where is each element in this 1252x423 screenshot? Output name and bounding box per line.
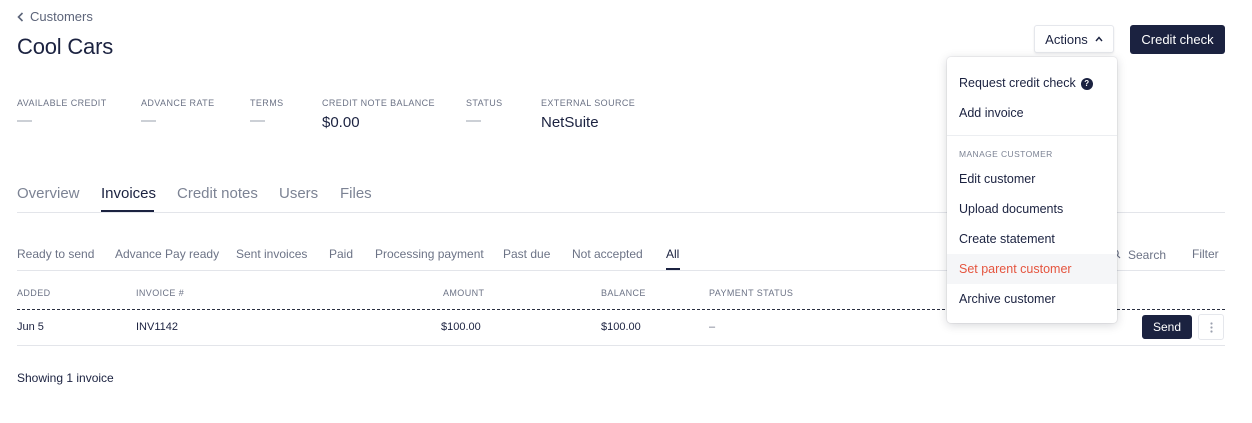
menu-item-edit-customer[interactable]: Edit customer: [959, 172, 1035, 186]
filter-all[interactable]: All: [666, 247, 679, 261]
table-row-divider: [17, 345, 1225, 346]
actions-button[interactable]: Actions: [1034, 25, 1114, 53]
breadcrumb-label: Customers: [30, 9, 93, 24]
filter-sent-invoices[interactable]: Sent invoices: [236, 247, 307, 261]
stat-available-credit-value: —: [17, 112, 32, 129]
menu-section-label: MANAGE CUSTOMER: [959, 149, 1053, 159]
stat-status-label: STATUS: [466, 98, 503, 108]
column-header-payment-status[interactable]: PAYMENT STATUS: [709, 288, 793, 298]
active-filter-indicator: [666, 268, 680, 270]
stat-external-source-label: EXTERNAL SOURCE: [541, 98, 636, 108]
filter-button[interactable]: Filter: [1192, 247, 1219, 261]
actions-label: Actions: [1045, 31, 1088, 47]
menu-divider: [947, 135, 1117, 136]
menu-item-set-parent-customer[interactable]: Set parent customer: [959, 262, 1072, 276]
page-title: Cool Cars: [17, 34, 114, 59]
kebab-menu-icon: [1209, 321, 1213, 333]
column-header-invoice[interactable]: INVOICE #: [136, 288, 184, 298]
stat-status-value: —: [466, 112, 481, 129]
tab-invoices[interactable]: Invoices: [101, 185, 156, 202]
cell-amount: $100.00: [441, 321, 481, 333]
column-header-added[interactable]: ADDED: [17, 288, 51, 298]
cell-payment-status: –: [709, 321, 716, 333]
filter-processing-payment[interactable]: Processing payment: [375, 247, 484, 261]
help-icon[interactable]: ?: [1080, 77, 1093, 90]
stat-available-credit-label: AVAILABLE CREDIT: [17, 98, 107, 108]
back-to-customers-link[interactable]: Customers: [17, 9, 93, 24]
send-invoice-button[interactable]: Send: [1142, 315, 1192, 339]
cell-added: Jun 5: [17, 321, 44, 333]
column-header-amount[interactable]: AMOUNT: [443, 288, 484, 298]
chevron-left-icon: [17, 11, 24, 22]
filter-not-accepted[interactable]: Not accepted: [572, 247, 643, 261]
menu-item-add-invoice[interactable]: Add invoice: [959, 106, 1024, 120]
stat-advance-rate-value: —: [141, 112, 156, 129]
search-button[interactable]: Search: [1128, 248, 1166, 262]
filter-paid[interactable]: Paid: [329, 247, 353, 261]
cell-balance: $100.00: [601, 321, 641, 333]
tab-credit-notes[interactable]: Credit notes: [177, 185, 258, 202]
menu-item-request-credit-check[interactable]: Request credit check?: [959, 76, 1093, 90]
filter-advance-pay-ready[interactable]: Advance Pay ready: [115, 247, 219, 261]
stat-terms-value: —: [250, 112, 265, 129]
cell-invoice-number[interactable]: INV1142: [136, 321, 178, 333]
tab-users[interactable]: Users: [279, 185, 318, 202]
chevron-up-icon: [1095, 36, 1103, 42]
filter-past-due[interactable]: Past due: [503, 247, 550, 261]
menu-item-upload-documents[interactable]: Upload documents: [959, 202, 1063, 216]
stat-credit-note-balance-value: $0.00: [322, 114, 360, 131]
credit-check-button[interactable]: Credit check: [1130, 25, 1225, 54]
stat-external-source-value: NetSuite: [541, 114, 599, 131]
column-header-balance[interactable]: BALANCE: [601, 288, 646, 298]
menu-item-create-statement[interactable]: Create statement: [959, 232, 1055, 246]
tab-files[interactable]: Files: [340, 185, 372, 202]
filter-ready-to-send[interactable]: Ready to send: [17, 247, 94, 261]
active-tab-indicator: [101, 210, 154, 212]
tab-overview[interactable]: Overview: [17, 185, 80, 202]
stat-advance-rate-label: ADVANCE RATE: [141, 98, 215, 108]
stat-credit-note-balance-label: CREDIT NOTE BALANCE: [322, 98, 435, 108]
menu-item-archive-customer[interactable]: Archive customer: [959, 292, 1056, 306]
menu-item-label: Request credit check: [959, 76, 1076, 90]
stat-terms-label: TERMS: [250, 98, 284, 108]
actions-dropdown-menu: Request credit check? Add invoice MANAGE…: [947, 57, 1117, 323]
results-count: Showing 1 invoice: [17, 371, 114, 385]
row-more-options-button[interactable]: [1198, 314, 1224, 340]
